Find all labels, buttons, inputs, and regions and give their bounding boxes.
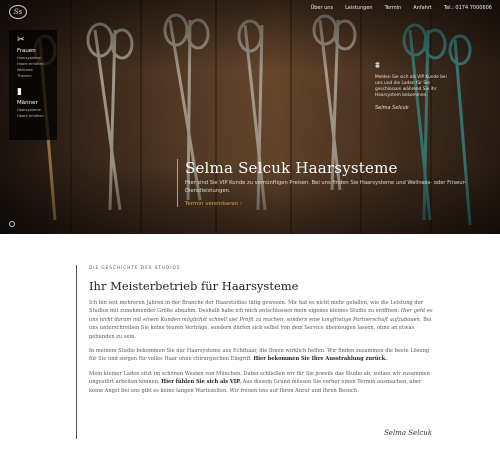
p3-bold: Hier fühlen Sie sich als VIP.: [161, 379, 241, 386]
menu-item-women-hairsystems[interactable]: Haarsysteme: [17, 56, 49, 60]
scissors-icon: ✂: [17, 35, 25, 45]
menu-group-women: ✂ Frauen Haarsysteme Haare erhöhen Welln…: [17, 35, 49, 79]
vip-promo: ⩩ Melden Sie sich als VIP Kunde bei uns …: [369, 55, 461, 127]
comb-icon: ⩩: [375, 61, 380, 71]
hero-banner: Ss Über uns Leistungen Termin Anfahrt Te…: [0, 0, 500, 234]
hero-subtitle: Hier sind Sie VIP Kunde zu vernünftigen …: [185, 180, 467, 194]
about-section: DIE GESCHICHTE DES STUDIOS Ihr Meisterbe…: [76, 265, 436, 439]
hero-copy: Selma Selcuk Haarsysteme Hier sind Sie V…: [177, 159, 489, 207]
menu-item-men-hair-increase[interactable]: Haare erhöhen: [17, 114, 49, 118]
scroll-indicator-icon[interactable]: [9, 221, 15, 227]
brand-logo[interactable]: Ss: [9, 5, 27, 19]
nav-services[interactable]: Leistungen: [345, 5, 373, 11]
about-paragraph-1: Ich bin seit mehreren Jahren in der Bran…: [89, 299, 436, 341]
nav-directions[interactable]: Anfahrt: [413, 5, 432, 11]
p2-bold: Hier bekommen Sie Ihre Ausstrahlung zurü…: [253, 356, 387, 363]
hero-title: Selma Selcuk Haarsysteme: [185, 159, 398, 177]
menu-category-women[interactable]: Frauen: [17, 48, 49, 54]
menu-item-men-hairsystems[interactable]: Haarsysteme: [17, 108, 49, 112]
owner-signature: Selma Selcuk: [384, 429, 433, 437]
menu-item-women-wellness[interactable]: Wellness: [17, 68, 49, 72]
menu-item-women-topics[interactable]: Themen: [17, 74, 49, 78]
menu-item-women-hair-increase[interactable]: Haare erhöhen: [17, 62, 49, 66]
promo-signature: Selma Selcuk: [375, 105, 409, 111]
about-paragraph-3: Mein kleiner Laden sitzt im schönen West…: [89, 370, 436, 395]
promo-text: Melden Sie sich als VIP Kunde bei uns un…: [375, 75, 447, 98]
nav-phone[interactable]: Tel.: 0174 7000606: [444, 5, 492, 11]
menu-category-men[interactable]: Männer: [17, 100, 49, 106]
section-heading: Ihr Meisterbetrieb für Haarsysteme: [89, 279, 299, 293]
book-appointment-link[interactable]: Termin vereinbaren ›: [185, 201, 489, 207]
nav-appointment[interactable]: Termin: [385, 5, 402, 11]
bottle-icon: ▮: [17, 87, 22, 97]
menu-group-men: ▮ Männer Haarsysteme Haare erhöhen: [17, 87, 49, 119]
top-navigation: Über uns Leistungen Termin Anfahrt Tel.:…: [311, 5, 492, 11]
nav-about-us[interactable]: Über uns: [311, 5, 334, 11]
brand-logo-text: Ss: [13, 8, 23, 16]
p1-text: Ich bin seit mehreren Jahren in der Bran…: [89, 300, 424, 315]
about-paragraph-2: In meinem Studio bekommen Sie nur Haarsy…: [89, 347, 436, 364]
section-eyebrow: DIE GESCHICHTE DES STUDIOS: [89, 265, 181, 270]
side-menu: ✂ Frauen Haarsysteme Haare erhöhen Welln…: [9, 30, 57, 140]
